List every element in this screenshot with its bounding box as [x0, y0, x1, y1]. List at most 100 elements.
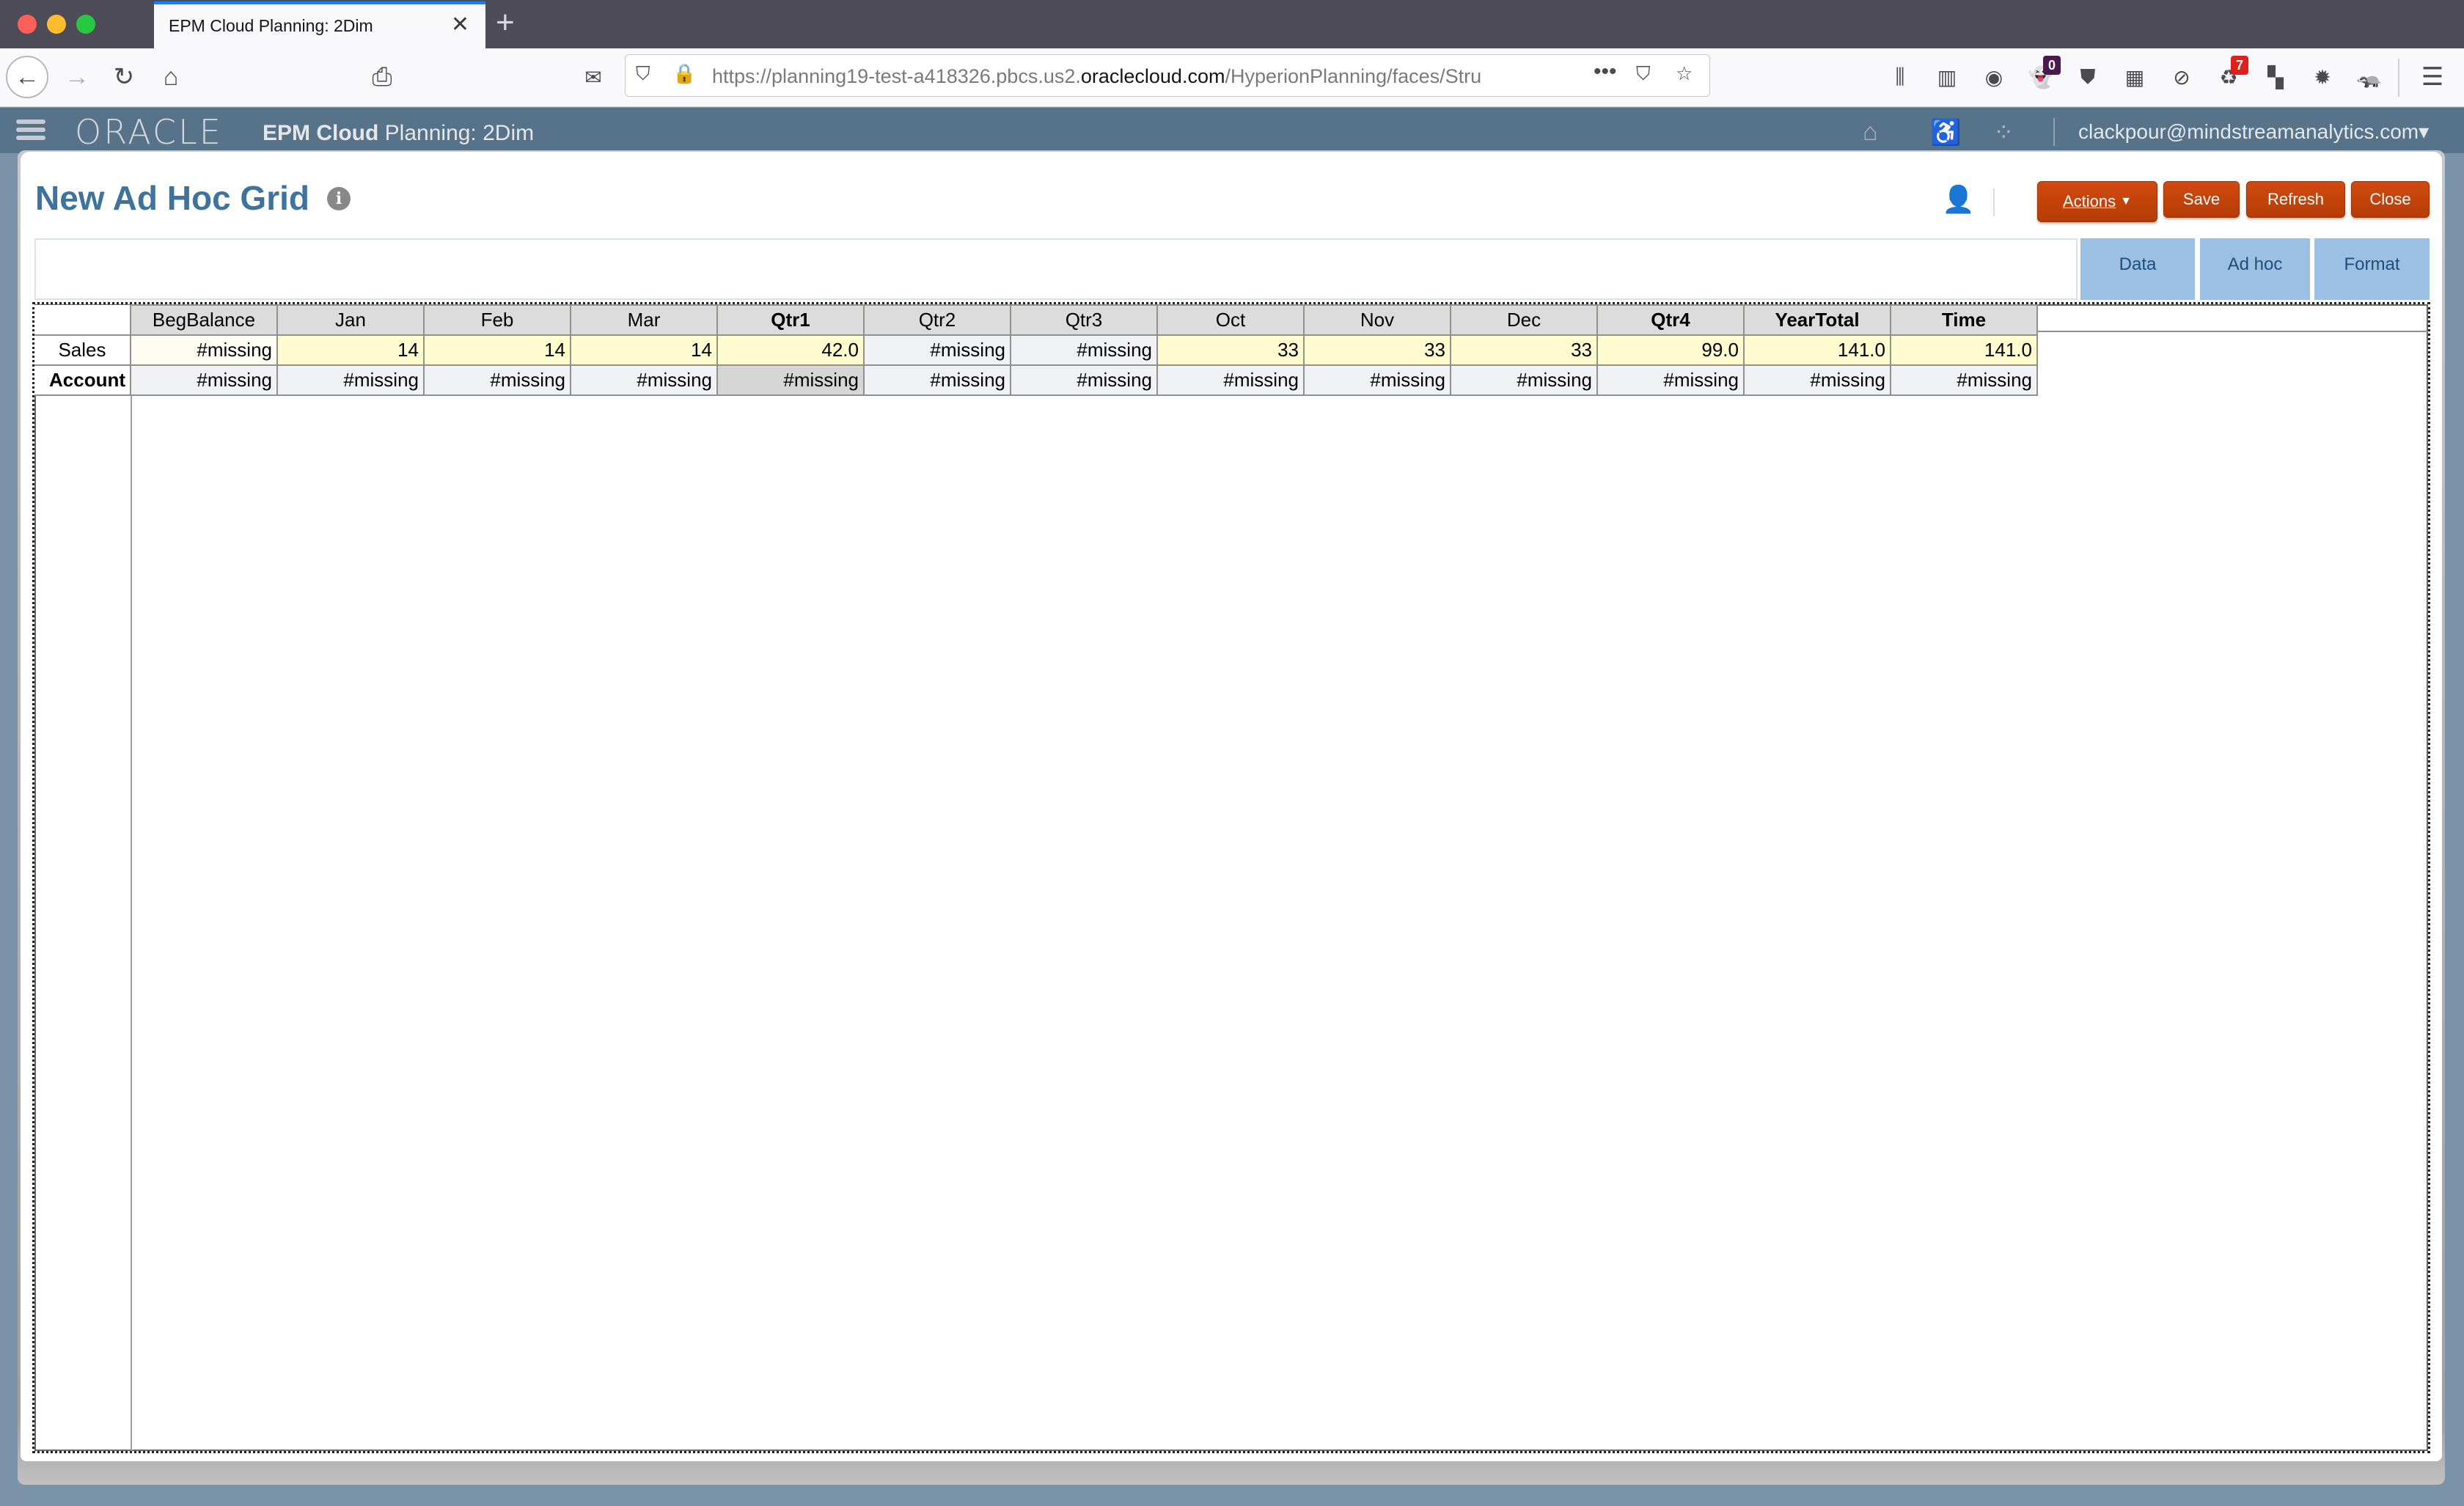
data-cell[interactable]: #missing [716, 364, 865, 396]
print-button[interactable]: ⎙ [361, 56, 403, 98]
data-cell[interactable]: 14 [276, 334, 425, 366]
close-button[interactable]: Close [2351, 181, 2430, 218]
user-menu[interactable]: clackpour@mindstreamanalytics.com▾ [2078, 120, 2429, 144]
row-header[interactable]: Account [34, 364, 131, 396]
data-cell[interactable]: 141.0 [1890, 334, 2038, 366]
pocket-icon[interactable]: ⛉ [1636, 62, 1651, 86]
ublock-icon: ⛊ [2080, 65, 2096, 88]
data-cell[interactable]: 141.0 [1743, 334, 1891, 366]
data-cell[interactable]: #missing [130, 364, 278, 396]
column-header[interactable]: Qtr4 [1596, 304, 1745, 336]
save-button[interactable]: Save [2163, 181, 2240, 218]
page-actions-icon[interactable]: ••• [1594, 59, 1617, 84]
data-cell[interactable]: #missing [1743, 364, 1891, 396]
data-cell[interactable]: 99.0 [1596, 334, 1745, 366]
privacy-badger-extension-button[interactable]: 🦡 [2353, 60, 2386, 94]
app-header: ORACLE EPM Cloud Planning: 2Dim ⌂ ♿ ⁘ cl… [0, 108, 2464, 153]
toolbar-divider [1993, 188, 1995, 216]
data-cell[interactable]: 14 [423, 334, 571, 366]
address-bar[interactable]: ⛉ 🔒 https://planning19-test-a418326.pbcs… [625, 54, 1710, 97]
grid-row: Account #missing #missing #missing #missing #… [34, 364, 2038, 396]
column-header[interactable]: Qtr2 [863, 304, 1011, 336]
column-header[interactable]: Mar [570, 304, 718, 336]
column-header[interactable]: Nov [1303, 304, 1451, 336]
tab-format[interactable]: Format [2314, 238, 2430, 300]
settings-extension-button[interactable]: ✹ [2306, 60, 2339, 94]
tab-adhoc[interactable]: Ad hoc [2200, 238, 2310, 300]
apps-add-extension-button[interactable]: ▚ [2259, 60, 2292, 94]
window-zoom-button[interactable] [76, 15, 95, 34]
email-link-button[interactable]: ✉ [572, 56, 615, 98]
adhoc-grid[interactable]: BegBalance Jan Feb Mar Qtr1 Qtr2 Qtr3 Oct Nov Dec… [32, 302, 2430, 1453]
info-icon[interactable]: i [327, 187, 351, 210]
data-cell[interactable]: 33 [1156, 334, 1305, 366]
account-extension-button[interactable]: ◉ [1977, 60, 2011, 94]
bookmark-star-icon[interactable]: ☆ [1676, 62, 1693, 85]
column-header[interactable]: Time [1890, 304, 2038, 336]
row-header[interactable]: Sales [34, 334, 131, 366]
accessibility-icon[interactable]: ♿ [1930, 118, 1961, 147]
data-cell[interactable]: #missing [276, 364, 425, 396]
ghostery-extension-button[interactable]: 👻 0 [2024, 56, 2061, 94]
home-button[interactable]: ⌂ [150, 56, 192, 98]
column-header[interactable]: BegBalance [130, 304, 278, 336]
column-header[interactable]: Qtr1 [716, 304, 865, 336]
content-panel: New Ad Hoc Grid i 👤 Actions ▼ Save Refres… [21, 152, 2442, 1461]
window-close-button[interactable] [18, 15, 37, 34]
data-cell[interactable]: #missing [1156, 364, 1305, 396]
url-domain: oraclecloud.com [1080, 65, 1225, 87]
data-cell[interactable]: #missing [1890, 364, 2038, 396]
actions-button[interactable]: Actions ▼ [2037, 181, 2157, 222]
data-cell[interactable]: #missing [863, 364, 1011, 396]
sidebar-extension-button[interactable]: ▥ [1930, 60, 1964, 94]
lock-icon[interactable]: 🔒 [672, 62, 696, 85]
data-cell[interactable]: #missing [570, 364, 718, 396]
data-cell[interactable]: #missing [1303, 364, 1451, 396]
library-extension-button[interactable]: ⫼ [1883, 60, 1917, 94]
column-header[interactable]: Qtr3 [1010, 304, 1158, 336]
data-cell[interactable]: 42.0 [716, 334, 865, 366]
data-cell[interactable]: #missing [1010, 364, 1158, 396]
tab-close-icon[interactable]: ✕ [451, 12, 469, 37]
navigator-grid-icon[interactable]: ⁘ [1993, 118, 2014, 147]
window-minimize-button[interactable] [47, 15, 66, 34]
arrow-left-icon: ← [15, 62, 40, 91]
forward-button[interactable]: → [56, 56, 98, 98]
data-cell[interactable]: #missing [130, 334, 278, 366]
pov-bar[interactable] [34, 238, 2078, 300]
shield-icon[interactable]: ⛉ [636, 62, 650, 86]
app-menu-button[interactable]: ☰ [2411, 56, 2454, 98]
data-cell[interactable]: #missing [863, 334, 1011, 366]
reload-button[interactable]: ↻ [103, 56, 145, 98]
url-text[interactable]: https://planning19-test-a418326.pbcs.us2… [712, 65, 1504, 88]
data-cell[interactable]: #missing [423, 364, 571, 396]
sidebar-icon: ▥ [1937, 65, 1957, 89]
data-cell[interactable]: 14 [570, 334, 718, 366]
data-cell[interactable]: #missing [1450, 364, 1598, 396]
data-cell[interactable]: #missing [1596, 364, 1745, 396]
back-button[interactable]: ← [6, 56, 48, 98]
data-cell[interactable]: 33 [1303, 334, 1451, 366]
user-help-icon[interactable]: 👤 [1942, 184, 1975, 215]
recycle-extension-button[interactable]: ♻ 7 [2212, 56, 2248, 94]
row-header-divider [131, 363, 132, 1451]
sheets-extension-button[interactable]: ▦ [2118, 60, 2152, 94]
home-icon[interactable]: ⌂ [1863, 118, 1878, 147]
url-suffix: /HyperionPlanning/faces/Stru [1225, 65, 1482, 87]
column-header[interactable]: Feb [423, 304, 571, 336]
video-blocker-extension-button[interactable]: ⊘ [2165, 60, 2199, 94]
ublock-extension-button[interactable]: ⛊ [2071, 60, 2105, 94]
tab-title: EPM Cloud Planning: 2Dim [169, 16, 373, 35]
column-header[interactable]: Oct [1156, 304, 1305, 336]
tab-data[interactable]: Data [2080, 238, 2195, 300]
extension-badge: 0 [2043, 56, 2061, 75]
column-header[interactable]: Dec [1450, 304, 1598, 336]
column-header[interactable]: YearTotal [1743, 304, 1891, 336]
column-header[interactable]: Jan [276, 304, 425, 336]
data-cell[interactable]: 33 [1450, 334, 1598, 366]
browser-tab-active[interactable]: EPM Cloud Planning: 2Dim ✕ [154, 1, 485, 48]
navigator-menu-icon[interactable] [16, 120, 45, 142]
new-tab-button[interactable]: + [496, 4, 515, 41]
data-cell[interactable]: #missing [1010, 334, 1158, 366]
refresh-button[interactable]: Refresh [2246, 181, 2345, 218]
